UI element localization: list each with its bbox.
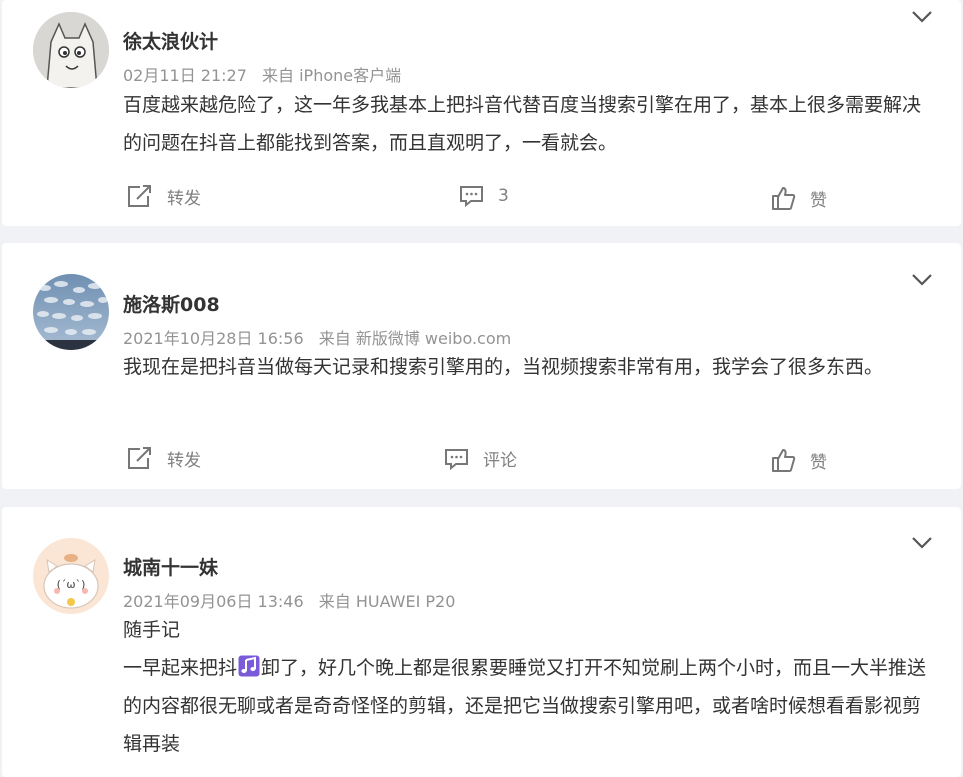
comment-line-1: 随手记 <box>123 619 181 641</box>
post-source: 来自 iPhone客户端 <box>262 66 402 85</box>
comment-button[interactable]: 3 <box>459 184 509 208</box>
repost-label: 转发 <box>167 189 201 209</box>
comment-icon <box>445 448 468 470</box>
user-name[interactable]: 徐太浪伙计 <box>123 27 218 54</box>
comment-icon <box>460 186 483 208</box>
comment-card: 施洛斯008 2021年10月28日 16:56 来自 新版微博 weibo.c… <box>2 243 961 489</box>
post-time: 02月11日 21:27 <box>123 66 247 85</box>
comment-card: (ˊωˋ) 城南十一妹 2021年09月06日 13:46 来自 HUAWEI … <box>2 507 961 777</box>
svg-text:(ˊωˋ): (ˊωˋ) <box>57 578 86 591</box>
post-time: 2021年09月06日 13:46 <box>123 592 304 611</box>
comment-text-a: 一早起来把抖 <box>123 657 238 679</box>
comment-count: 3 <box>498 186 509 206</box>
repost-icon <box>128 447 151 469</box>
post-meta: 02月11日 21:27 来自 iPhone客户端 <box>123 62 401 86</box>
thumbs-up-icon <box>772 187 796 210</box>
like-label: 赞 <box>810 453 827 473</box>
avatar[interactable] <box>33 274 109 350</box>
comment-card: 徐太浪伙计 02月11日 21:27 来自 iPhone客户端 百度越来越危险了… <box>2 0 961 226</box>
music-note-emoji-icon <box>238 655 260 677</box>
chevron-down-icon[interactable] <box>911 273 933 287</box>
post-time: 2021年10月28日 16:56 <box>123 329 304 348</box>
chevron-down-icon[interactable] <box>911 536 933 550</box>
like-label: 赞 <box>810 191 827 211</box>
avatar[interactable]: (ˊωˋ) <box>33 538 109 614</box>
user-name[interactable]: 施洛斯008 <box>123 290 220 317</box>
like-button[interactable]: 赞 <box>771 186 827 211</box>
repost-icon <box>128 185 151 207</box>
comment-button[interactable]: 评论 <box>444 446 517 471</box>
post-meta: 2021年10月28日 16:56 来自 新版微博 weibo.com <box>123 325 511 349</box>
user-name[interactable]: 城南十一妹 <box>123 553 218 580</box>
post-meta: 2021年09月06日 13:46 来自 HUAWEI P20 <box>123 588 455 612</box>
post-source: 来自 新版微博 weibo.com <box>318 329 512 348</box>
comment-text: 百度越来越危险了，这一年多我基本上把抖音代替百度当搜索引擎在用了，基本上很多需要… <box>123 94 922 154</box>
comment-text: 随手记 一早起来把抖 卸了，好几个晚上都是很累要睡觉又打开不知觉刷上两个小时，而且… <box>123 611 935 763</box>
like-button[interactable]: 赞 <box>771 448 827 473</box>
repost-label: 转发 <box>167 451 201 471</box>
avatar[interactable] <box>33 12 109 88</box>
repost-button[interactable]: 转发 <box>126 446 201 471</box>
chevron-down-icon[interactable] <box>911 10 933 24</box>
comment-text: 我现在是把抖音当做每天记录和搜索引擎用的，当视频搜索非常有用，我学会了很多东西。 <box>123 356 884 378</box>
repost-button[interactable]: 转发 <box>126 184 201 209</box>
thumbs-up-icon <box>772 449 796 472</box>
comment-label: 评论 <box>483 451 517 471</box>
post-source: 来自 HUAWEI P20 <box>318 592 456 611</box>
comment-body: 一早起来把抖 卸了，好几个晚上都是很累要睡觉又打开不知觉刷上两个小时，而且一大半推… <box>123 649 935 763</box>
